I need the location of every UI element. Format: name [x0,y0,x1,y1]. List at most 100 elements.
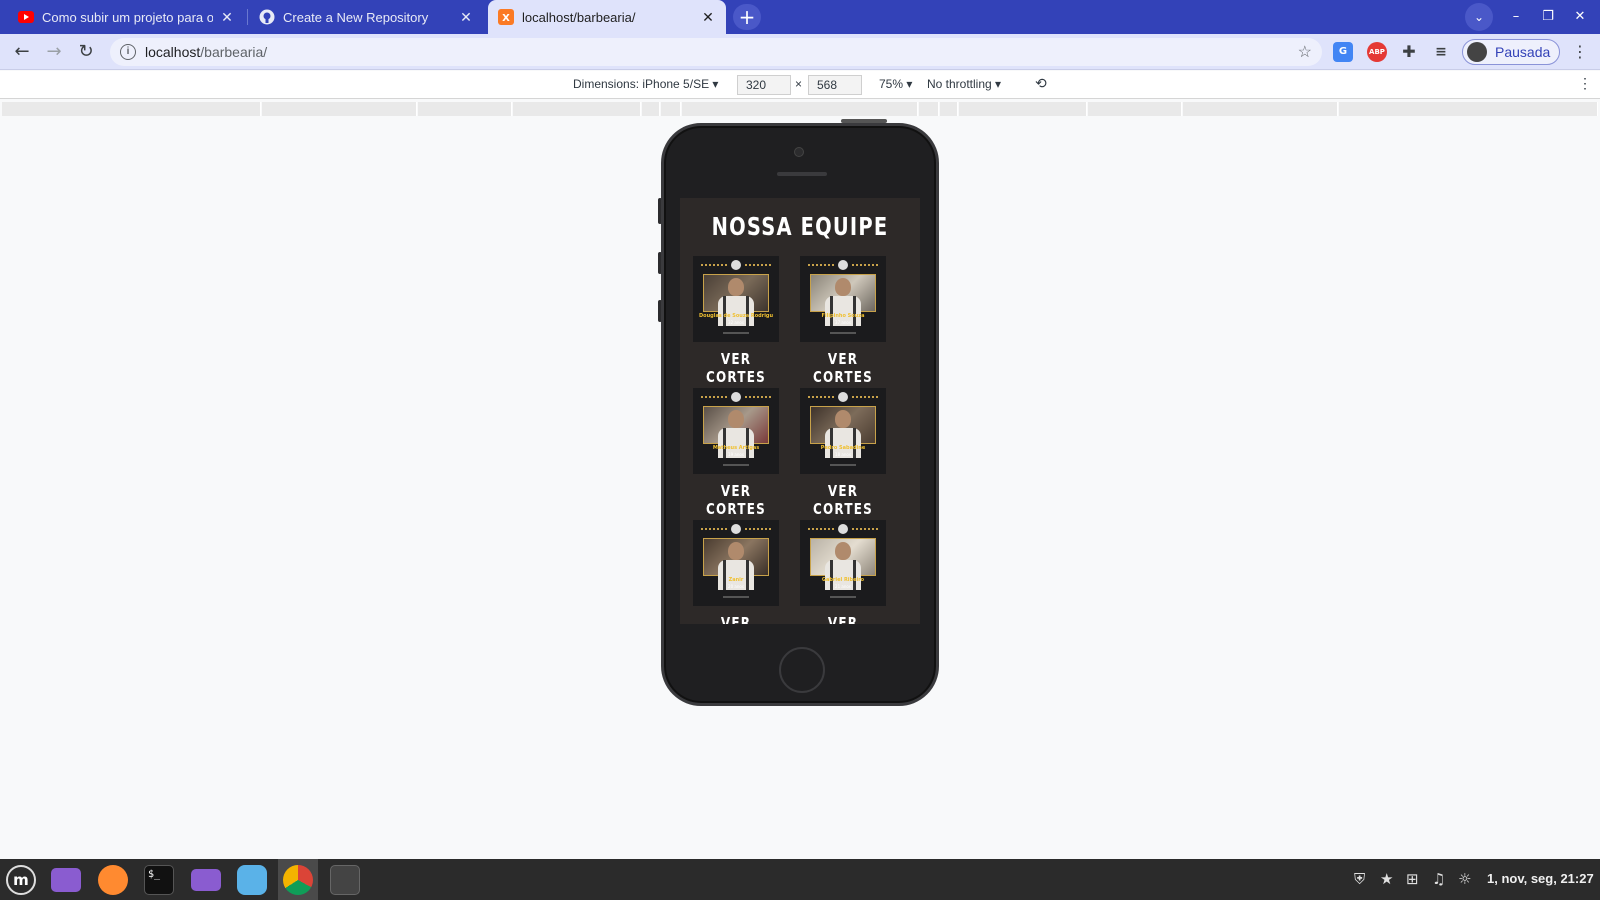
forward-arrow-icon[interactable]: → [42,40,66,64]
ruler-segment[interactable] [919,102,939,116]
ruler-segment[interactable] [1088,102,1182,116]
address-bar[interactable]: i localhost/barbearia/ ☆ [110,38,1322,66]
decor-dots [745,528,771,530]
avatar [1467,42,1487,62]
youtube-icon [18,9,34,25]
taskbar: m $_ ⛨ ★ ⊞ ♫ ☼ 1, nov, seg, 21:27 [0,859,1600,900]
brightness-icon[interactable]: ☼ [1458,870,1471,888]
clock[interactable]: 1, nov, seg, 21:27 [1487,871,1594,886]
close-tab-icon[interactable]: ✕ [700,9,716,25]
barber-photo: Gabriel Ribeiro 21 anos [800,520,886,606]
adblock-icon[interactable]: ABP [1367,42,1387,62]
tab-search-button[interactable]: ⌄ [1465,3,1493,31]
ver-cortes-button[interactable]: VER CORTES [799,614,887,624]
github-icon [259,9,275,25]
tab-github[interactable]: Create a New Repository ✕ [249,0,484,34]
ruler-segment[interactable] [940,102,958,116]
ruler-segment[interactable] [661,102,681,116]
back-arrow-icon[interactable]: ← [10,40,34,64]
ver-cortes-button[interactable]: VER CORTES [692,614,780,624]
phone-camera [794,147,804,157]
barber-logo-icon [731,260,741,270]
reload-icon[interactable]: ↻ [74,40,98,64]
ruler-segment[interactable] [418,102,512,116]
workspace-icon[interactable] [51,868,81,892]
throttling-select[interactable]: No throttling ▾ [927,77,1001,91]
ruler-segment[interactable] [1339,102,1598,116]
decor-dots [701,396,727,398]
terminal-icon[interactable]: $_ [144,865,174,895]
zoom-select[interactable]: 75% ▾ [879,77,912,91]
tab-strip: Como subir um projeto para o ✕ Create a … [0,0,1600,34]
bookmark-star-icon[interactable]: ☆ [1298,42,1312,62]
zoom-label: 75% [879,77,904,91]
ruler-segment[interactable] [682,102,918,116]
files-icon[interactable] [191,869,221,891]
chrome-icon[interactable] [283,865,313,895]
media-icon[interactable]: ≡ [1431,42,1451,62]
barber-name: Zanir [728,577,744,583]
decor-dots [852,396,878,398]
kebab-menu-icon[interactable]: ⋮ [1572,42,1588,61]
device-viewport: NOSSA EQUIPE Douglas de Souza Rodrigues … [680,198,920,624]
ruler-segment[interactable] [513,102,641,116]
tab-localhost[interactable]: X localhost/barbearia/ ✕ [488,0,726,34]
puzzle-icon[interactable]: ✚ [1399,42,1419,62]
decor-dots [745,264,771,266]
width-input[interactable] [737,75,791,95]
height-input[interactable] [808,75,862,95]
barber-age: 32 anos [728,320,744,325]
restore-icon[interactable]: ❐ [1537,6,1559,28]
dimensions-select[interactable]: Dimensions: iPhone 5/SE ▾ [573,77,718,91]
dimension-times: × [795,77,803,91]
phone-speaker [777,172,827,176]
more-options-icon[interactable]: ⋮ [1578,75,1592,92]
person-head [835,542,851,560]
page-heading: NOSSA EQUIPE [711,212,889,241]
tab-title: Como subir um projeto para o [42,9,213,25]
ruler-segment[interactable] [642,102,660,116]
ver-cortes-button[interactable]: VER CORTES [799,482,887,518]
close-tab-icon[interactable]: ✕ [219,9,235,25]
rotate-icon[interactable]: ⟲ [1035,75,1047,92]
ver-cortes-button[interactable]: VER CORTES [692,482,780,518]
barber-name: Filipinho Souza [821,313,865,319]
ruler-segment[interactable] [2,102,261,116]
ver-cortes-button[interactable]: VER CORTES [799,350,887,386]
firefox-icon[interactable] [98,865,128,895]
decor-dots [701,528,727,530]
minimize-icon[interactable]: – [1505,6,1527,28]
close-window-icon[interactable]: ✕ [1569,6,1591,28]
calculator-icon[interactable] [330,865,360,895]
decor-dots [852,528,878,530]
barber-age: 20 anos [728,584,744,589]
site-info-icon[interactable]: i [120,44,136,60]
ruler-segment[interactable] [1183,102,1338,116]
barber-logo-icon [838,392,848,402]
decor-line [723,332,749,334]
profile-button[interactable]: Pausada [1462,39,1560,65]
shield-icon[interactable]: ⛨ [1354,870,1365,888]
ruler-segment[interactable] [262,102,417,116]
ver-cortes-button[interactable]: VER CORTES [692,350,780,386]
decor-line [830,332,856,334]
edge-icon[interactable] [237,865,267,895]
barber-logo-icon [838,524,848,534]
barber-photo: Filipinho Souza 37 anos [800,256,886,342]
decor-dots [701,264,727,266]
close-tab-icon[interactable]: ✕ [458,9,474,25]
new-tab-button[interactable]: + [733,4,761,30]
browser-toolbar: ← → ↻ i localhost/barbearia/ ☆ G ABP ✚ ≡… [0,34,1600,70]
tab-youtube[interactable]: Como subir um projeto para o ✕ [8,0,245,34]
sound-icon[interactable]: ♫ [1432,870,1445,888]
star-icon[interactable]: ★ [1380,870,1393,888]
person-head [835,410,851,428]
mint-menu-icon[interactable]: m [6,865,36,895]
decor-dots [852,264,878,266]
network-icon[interactable]: ⊞ [1406,870,1419,888]
person-head [835,278,851,296]
barber-name: Douglas de Souza Rodrigues [699,313,773,319]
barber-age: 19 anos [728,452,744,457]
google-translate-icon[interactable]: G [1333,42,1353,62]
ruler-segment[interactable] [959,102,1087,116]
